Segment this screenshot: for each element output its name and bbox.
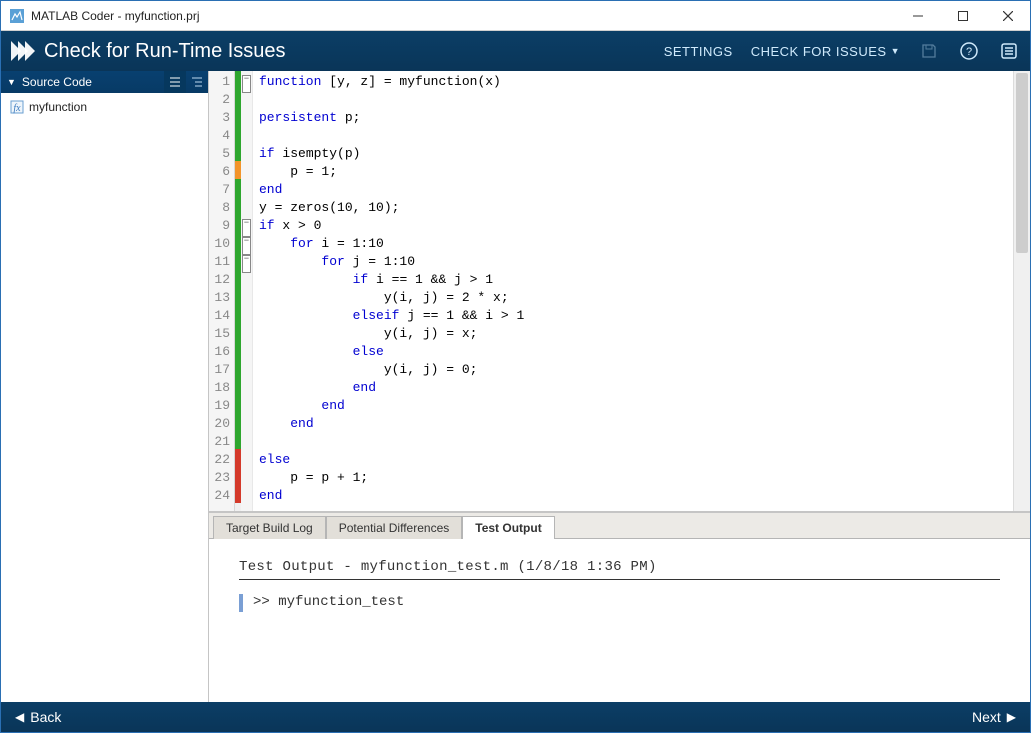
function-file-icon: fx (9, 100, 25, 114)
source-panel: ▼ Source Code fx myfunction (1, 71, 209, 702)
chevron-down-icon: ▼ (891, 46, 900, 56)
output-tab[interactable]: Target Build Log (213, 516, 326, 539)
test-output-pane: Test Output - myfunction_test.m (1/8/18 … (209, 539, 1030, 702)
svg-text:fx: fx (13, 103, 21, 114)
source-panel-header[interactable]: ▼ Source Code (1, 71, 208, 93)
arrow-left-icon: ◀ (15, 710, 24, 724)
page-title: Check for Run-Time Issues (44, 40, 664, 63)
arrow-right-icon: ▶ (1007, 710, 1016, 724)
app-icon (9, 8, 25, 24)
line-number-gutter: 123456789101112131415161718192021222324 (209, 71, 235, 511)
app-window: MATLAB Coder - myfunction.prj Check for … (0, 0, 1031, 733)
code-editor[interactable]: 123456789101112131415161718192021222324 … (209, 71, 1030, 512)
workflow-chevrons-icon[interactable] (11, 41, 32, 61)
help-icon[interactable]: ? (958, 40, 980, 62)
back-button[interactable]: ◀ Back (15, 709, 61, 725)
output-tabs: Target Build LogPotential DifferencesTes… (209, 513, 1030, 539)
output-tab[interactable]: Test Output (462, 516, 554, 539)
view-flat-icon[interactable] (164, 71, 186, 93)
settings-button[interactable]: SETTINGS (664, 44, 733, 59)
source-file-label: myfunction (29, 100, 87, 114)
back-label: Back (30, 709, 61, 725)
output-header: Test Output - myfunction_test.m (1/8/18 … (239, 559, 1000, 580)
titlebar: MATLAB Coder - myfunction.prj (1, 1, 1030, 31)
source-tree: fx myfunction (1, 93, 208, 121)
source-panel-title: Source Code (22, 75, 92, 89)
svg-text:?: ? (966, 46, 972, 58)
vertical-scrollbar[interactable] (1013, 71, 1030, 511)
minimize-button[interactable] (895, 1, 940, 31)
check-issues-button[interactable]: CHECK FOR ISSUES ▼ (751, 44, 900, 59)
next-button[interactable]: Next ▶ (972, 709, 1016, 725)
save-icon (918, 40, 940, 62)
output-command: >> myfunction_test (253, 594, 404, 612)
close-button[interactable] (985, 1, 1030, 31)
window-title: MATLAB Coder - myfunction.prj (31, 9, 895, 23)
next-label: Next (972, 709, 1001, 725)
footer: ◀ Back Next ▶ (1, 702, 1030, 732)
code-area[interactable]: function [y, z] = myfunction(x)persisten… (253, 71, 1013, 511)
source-file-item[interactable]: fx myfunction (1, 97, 208, 117)
fold-gutter: −−−− (241, 71, 253, 511)
collapse-icon: ▼ (7, 77, 16, 87)
check-issues-label: CHECK FOR ISSUES (751, 44, 887, 59)
maximize-button[interactable] (940, 1, 985, 31)
menu-icon[interactable] (998, 40, 1020, 62)
header-toolbar: Check for Run-Time Issues SETTINGS CHECK… (1, 31, 1030, 71)
view-tree-icon[interactable] (186, 71, 208, 93)
output-tab[interactable]: Potential Differences (326, 516, 463, 539)
output-panel: Target Build LogPotential DifferencesTes… (209, 512, 1030, 702)
command-marker (239, 594, 243, 612)
scroll-thumb[interactable] (1016, 73, 1028, 253)
